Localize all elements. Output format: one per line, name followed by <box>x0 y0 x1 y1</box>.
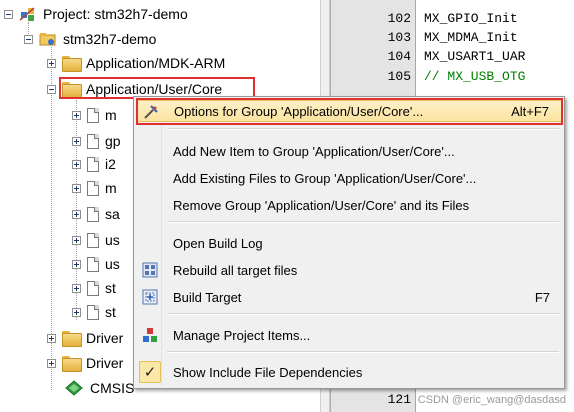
expand-icon[interactable] <box>72 283 81 293</box>
folder-icon <box>62 356 82 372</box>
tree-file[interactable]: st <box>72 302 116 322</box>
project-icon <box>19 7 35 21</box>
watermark: CSDN @eric_wang@dasdasd <box>417 394 566 406</box>
tree-file-label: st <box>105 304 116 320</box>
line-number: 102 <box>387 11 411 26</box>
menu-item-label: Add New Item to Group 'Application/User/… <box>173 143 455 159</box>
menu-item-build-target[interactable]: Build Target F7 <box>136 286 562 308</box>
expand-icon[interactable] <box>47 358 56 368</box>
tree-file-label: m <box>105 107 117 123</box>
context-menu: Options for Group 'Application/User/Core… <box>133 96 565 389</box>
manage-items-icon <box>143 328 157 342</box>
menu-item-rebuild-all[interactable]: Rebuild all target files <box>136 259 562 281</box>
tree-file-label: m <box>105 180 117 196</box>
target-folder-icon <box>39 33 56 46</box>
menu-item-add-new-item[interactable]: Add New Item to Group 'Application/User/… <box>136 140 562 162</box>
menu-item-label: Open Build Log <box>173 235 263 251</box>
tree-file[interactable]: us <box>72 254 120 274</box>
menu-item-label: Add Existing Files to Group 'Application… <box>173 170 477 186</box>
line-number: 104 <box>387 49 411 64</box>
menu-item-open-build-log[interactable]: Open Build Log <box>136 232 562 254</box>
expand-icon[interactable] <box>72 183 81 193</box>
line-number: 103 <box>387 30 411 45</box>
tree-file-label: st <box>105 280 116 296</box>
file-icon <box>87 107 99 123</box>
menu-item-highlight-box <box>136 98 563 125</box>
checkmark-icon: ✓ <box>139 361 161 383</box>
tree-file-label: gp <box>105 133 121 149</box>
file-icon <box>87 280 99 296</box>
file-icon <box>87 133 99 149</box>
tree-file-label: us <box>105 256 120 272</box>
menu-separator <box>167 313 559 315</box>
folder-icon <box>62 331 82 347</box>
tree-cmsis[interactable]: CMSIS <box>64 378 134 398</box>
expand-icon[interactable] <box>47 58 56 68</box>
expand-icon[interactable] <box>47 333 56 343</box>
menu-item-remove-group[interactable]: Remove Group 'Application/User/Core' and… <box>136 194 562 216</box>
tree-file-label: sa <box>105 206 120 222</box>
line-number: 121 <box>387 392 411 407</box>
build-icon <box>142 289 158 305</box>
tree-file[interactable]: i2 <box>72 154 116 174</box>
tree-group-driver[interactable]: Driver <box>47 353 123 373</box>
folder-icon <box>62 56 82 72</box>
collapse-icon[interactable] <box>24 34 33 44</box>
menu-item-label: Manage Project Items... <box>173 327 311 343</box>
menu-item-shortcut: F7 <box>534 289 550 305</box>
menu-separator <box>167 128 559 130</box>
tree-group-driver[interactable]: Driver <box>47 328 123 348</box>
code-line[interactable]: MX_USART1_UAR <box>424 48 525 65</box>
file-icon <box>87 156 99 172</box>
file-icon <box>87 256 99 272</box>
expand-icon[interactable] <box>72 136 81 146</box>
menu-item-label: Show Include File Dependencies <box>173 364 363 380</box>
menu-item-label: Remove Group 'Application/User/Core' and… <box>173 197 470 213</box>
menu-separator <box>167 351 559 353</box>
menu-item-add-existing-files[interactable]: Add Existing Files to Group 'Application… <box>136 167 562 189</box>
code-line[interactable]: // MX_USB_OTG <box>424 68 525 85</box>
tree-file[interactable]: us <box>72 230 120 250</box>
menu-item-show-include-dependencies[interactable]: ✓ Show Include File Dependencies <box>136 361 562 383</box>
expand-icon[interactable] <box>72 307 81 317</box>
expand-icon[interactable] <box>72 209 81 219</box>
menu-item-manage-project-items[interactable]: Manage Project Items... <box>136 324 562 346</box>
expand-icon[interactable] <box>72 110 81 120</box>
tree-group-label: Application/MDK-ARM <box>86 55 226 71</box>
tree-project-root[interactable]: Project: stm32h7-demo <box>4 4 188 24</box>
file-icon <box>87 206 99 222</box>
expand-icon[interactable] <box>72 159 81 169</box>
cmsis-component-icon <box>65 380 83 396</box>
file-icon <box>87 232 99 248</box>
expand-icon[interactable] <box>72 259 81 269</box>
file-icon <box>87 180 99 196</box>
tree-file[interactable]: sa <box>72 204 120 224</box>
tree-group-label: Driver <box>86 355 124 371</box>
collapse-icon[interactable] <box>47 84 56 94</box>
tree-file-label: us <box>105 232 120 248</box>
line-number: 105 <box>387 69 411 84</box>
tree-file[interactable]: gp <box>72 131 121 151</box>
menu-item-label: Build Target <box>173 289 242 305</box>
code-line[interactable]: MX_GPIO_Init <box>424 10 518 27</box>
rebuild-icon <box>142 262 158 278</box>
tree-cmsis-label: CMSIS <box>90 380 135 396</box>
tree-file[interactable]: m <box>72 105 117 125</box>
tree-file-label: i2 <box>105 156 116 172</box>
tree-group-mdk-arm[interactable]: Application/MDK-ARM <box>47 53 225 73</box>
menu-separator <box>167 221 559 223</box>
tree-file[interactable]: st <box>72 278 116 298</box>
tree-group-label: Driver <box>86 330 124 346</box>
expand-icon[interactable] <box>72 235 81 245</box>
tree-target[interactable]: stm32h7-demo <box>24 29 156 49</box>
code-line[interactable]: MX_MDMA_Init <box>424 29 518 46</box>
tree-target-label: stm32h7-demo <box>63 31 157 47</box>
tree-file[interactable]: m <box>72 178 117 198</box>
file-icon <box>87 304 99 320</box>
tree-project-label: Project: stm32h7-demo <box>43 6 188 22</box>
menu-item-label: Rebuild all target files <box>173 262 298 278</box>
collapse-icon[interactable] <box>4 9 13 19</box>
